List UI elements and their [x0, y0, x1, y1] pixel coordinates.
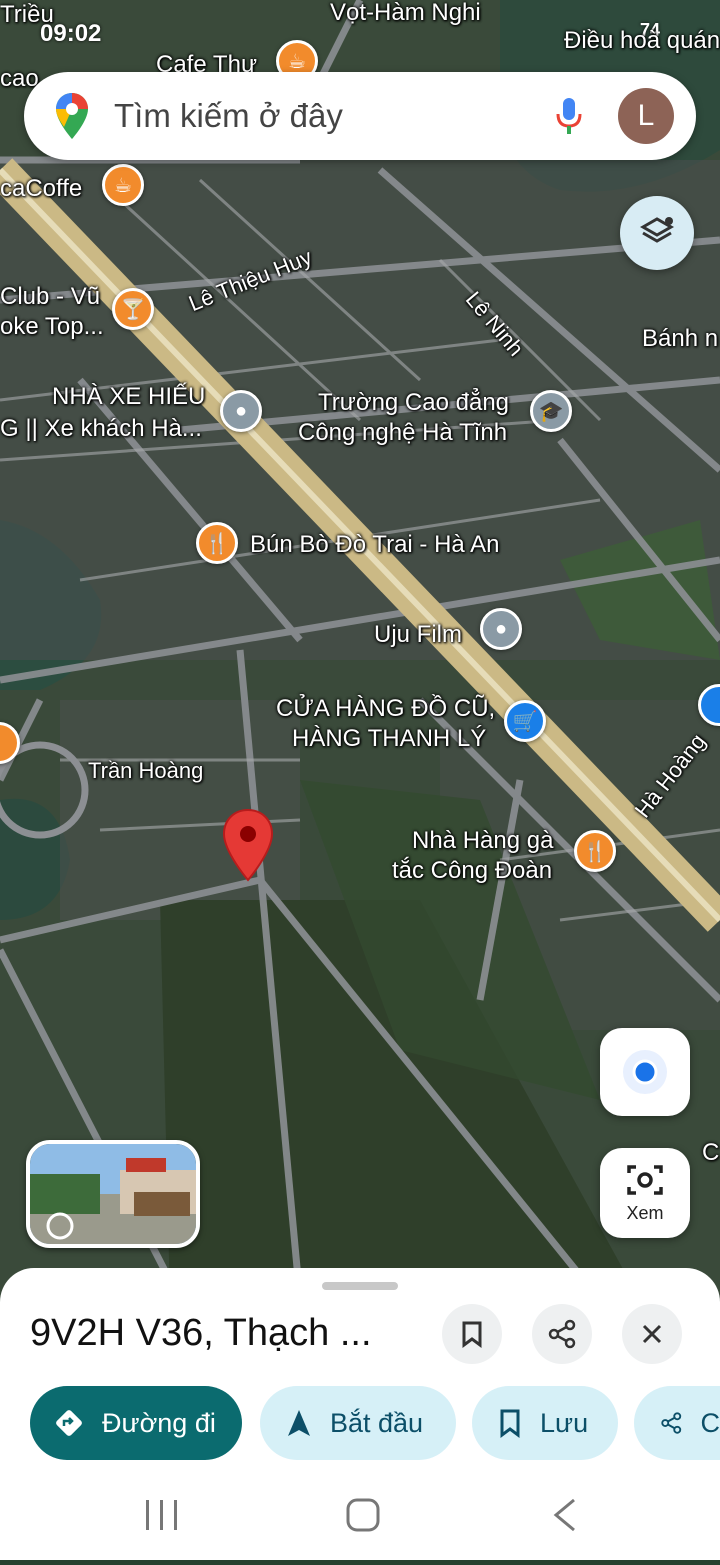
map-label[interactable]: Vọt-Hàm Nghi — [330, 0, 481, 28]
map-label[interactable]: oke Top... — [0, 312, 104, 342]
bookmark-icon — [460, 1320, 484, 1348]
search-input[interactable]: Tìm kiếm ở đây — [114, 97, 554, 135]
street-view-image — [30, 1144, 196, 1244]
close-icon — [640, 1322, 664, 1346]
cafe-icon[interactable]: ☕ — [102, 164, 144, 206]
share-icon — [660, 1409, 683, 1437]
share-label: C — [701, 1408, 720, 1439]
place-title: 9V2H V36, Thạch ... — [30, 1312, 410, 1355]
save-button[interactable]: Lưu — [472, 1386, 618, 1460]
place-pin-icon[interactable]: ● — [480, 608, 522, 650]
bar-icon[interactable]: 🍸 — [112, 288, 154, 330]
avatar[interactable]: L — [618, 88, 674, 144]
map-label[interactable]: Trường Cao đẳng — [318, 388, 509, 418]
map-label[interactable]: Công nghệ Hà Tĩnh — [298, 418, 507, 448]
start-button[interactable]: Bắt đầu — [260, 1386, 456, 1460]
lens-button[interactable]: Xem — [600, 1148, 690, 1238]
map-label[interactable]: CỬA HÀNG ĐỒ CŨ, — [276, 694, 495, 724]
back-icon[interactable] — [556, 1500, 574, 1530]
map-label[interactable]: G || Xe khách Hà... — [0, 414, 202, 444]
system-navigation-bar — [0, 1470, 720, 1560]
directions-label: Đường đi — [102, 1408, 216, 1439]
home-icon[interactable] — [348, 1500, 378, 1530]
map-label[interactable]: Triều — [0, 0, 54, 30]
map-label[interactable]: HÀNG THANH LÝ — [292, 724, 486, 754]
recent-apps-icon[interactable] — [146, 1500, 177, 1530]
share-chip-button[interactable]: C — [634, 1386, 720, 1460]
map-label[interactable]: tắc Công Đoàn — [392, 856, 552, 886]
my-location-button[interactable] — [600, 1028, 690, 1116]
share-button[interactable] — [532, 1304, 592, 1364]
bookmark-icon — [498, 1408, 522, 1438]
map-label[interactable]: caCoffe — [0, 174, 82, 204]
restaurant-icon[interactable]: 🍴 — [574, 830, 616, 872]
layers-icon — [639, 215, 675, 251]
map-label[interactable]: Trần Hoàng — [88, 756, 203, 786]
restaurant-icon[interactable]: 🍴 — [196, 522, 238, 564]
map-label[interactable]: NHÀ XE HIẾU — [52, 382, 205, 412]
dropped-pin-icon[interactable] — [222, 808, 274, 882]
map-label[interactable]: Nhà Hàng gà — [412, 826, 553, 856]
directions-button[interactable]: Đường đi — [30, 1386, 242, 1460]
share-icon — [547, 1319, 577, 1349]
map-label[interactable]: Uju Film — [374, 620, 462, 650]
google-maps-logo-icon — [54, 91, 90, 141]
search-bar[interactable]: Tìm kiếm ở đây L — [24, 72, 696, 160]
school-icon[interactable]: 🎓 — [530, 390, 572, 432]
my-location-icon — [620, 1047, 670, 1097]
layers-button[interactable] — [620, 196, 694, 270]
navigation-arrow-icon — [286, 1408, 312, 1438]
save-place-button[interactable] — [442, 1304, 502, 1364]
start-label: Bắt đầu — [330, 1408, 423, 1439]
close-button[interactable] — [622, 1304, 682, 1364]
place-pin-icon[interactable]: ● — [220, 390, 262, 432]
drag-handle[interactable] — [322, 1282, 398, 1290]
map-label[interactable]: C — [702, 1138, 719, 1168]
street-view-thumbnail[interactable] — [26, 1140, 200, 1248]
map-label[interactable]: Điều hoà quán — [564, 26, 720, 56]
map-label[interactable]: Bánh n — [642, 324, 718, 354]
map-label[interactable]: Bún Bò Đò Trai - Hà An — [250, 530, 499, 560]
lens-label: Xem — [626, 1203, 663, 1224]
microphone-icon[interactable] — [554, 96, 584, 136]
save-label: Lưu — [540, 1408, 588, 1439]
directions-icon — [54, 1408, 84, 1438]
shopping-cart-icon[interactable]: 🛒 — [504, 700, 546, 742]
map-label[interactable]: Club - Vũ — [0, 282, 100, 312]
camera-lens-icon — [626, 1163, 664, 1197]
